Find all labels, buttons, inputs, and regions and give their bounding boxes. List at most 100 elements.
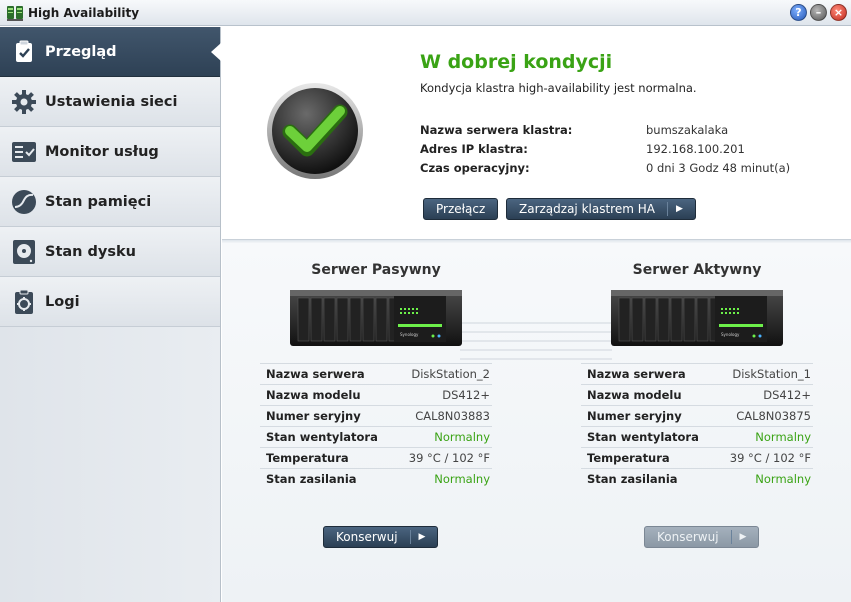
brand-label: Synology	[400, 332, 419, 337]
row-value: DiskStation_1	[732, 367, 811, 381]
row-label: Nazwa modelu	[587, 388, 682, 402]
table-row: Nazwa modelu DS412+	[581, 384, 813, 405]
row-label: Numer seryjny	[266, 409, 361, 423]
row-label: Stan wentylatora	[266, 430, 378, 444]
help-button[interactable]: ?	[790, 4, 807, 21]
row-value: DS412+	[442, 388, 490, 402]
active-server-title: Serwer Aktywny	[632, 262, 762, 278]
manage-cluster-button[interactable]: Zarządzaj klastrem HA ▶	[506, 198, 696, 220]
passive-server-panel: Serwer Pasywny Synology Nazwa serwera Di…	[260, 243, 492, 548]
row-value: Normalny	[755, 472, 811, 486]
button-label: Przełącz	[436, 202, 486, 216]
active-server-panel: Serwer Aktywny Synology Nazwa serwera Di…	[581, 243, 813, 548]
service-monitor-icon	[11, 139, 37, 165]
healthy-check-icon	[267, 83, 363, 179]
minimize-button[interactable]: –	[810, 4, 827, 21]
switchover-button[interactable]: Przełącz	[423, 198, 499, 220]
row-label: Temperatura	[587, 451, 670, 465]
table-row: Numer seryjny CAL8N03875	[581, 405, 813, 426]
row-value: DS412+	[763, 388, 811, 402]
cluster-status-section: W dobrej kondycji Kondycja klastra high-…	[222, 27, 851, 239]
main-panel: W dobrej kondycji Kondycja klastra high-…	[222, 27, 851, 602]
sidebar-item-service-monitor[interactable]: Monitor usług	[0, 127, 220, 177]
table-row: Stan zasilania Normalny	[581, 468, 813, 489]
table-row: Nazwa serwera DiskStation_2	[260, 363, 492, 384]
active-server-info: Nazwa serwera DiskStation_1 Nazwa modelu D…	[581, 363, 813, 489]
passive-server-info: Nazwa serwera DiskStation_2 Nazwa modelu D…	[260, 363, 492, 489]
cluster-name-row: Nazwa serwera klastra: bumszakalaka	[420, 120, 790, 139]
storage-gauge-icon	[11, 189, 37, 215]
sidebar-item-label: Przegląd	[45, 43, 117, 60]
row-value: CAL8N03883	[415, 409, 490, 423]
table-row: Stan wentylatora Normalny	[260, 426, 492, 447]
cluster-ip-row: Adres IP klastra: 192.168.100.201	[420, 139, 790, 158]
sidebar-item-storage-status[interactable]: Stan pamięci	[0, 177, 220, 227]
table-row: Nazwa modelu DS412+	[260, 384, 492, 405]
gear-icon	[11, 89, 37, 115]
window-titlebar[interactable]: High Availability ? – ×	[0, 0, 851, 26]
row-value: 39 °C / 102 °F	[408, 451, 490, 465]
row-label: Stan zasilania	[266, 472, 357, 486]
button-label: Konserwuj	[336, 530, 398, 544]
row-label: Nazwa serwera	[587, 367, 686, 381]
cluster-info: Nazwa serwera klastra: bumszakalaka Adre…	[420, 120, 790, 177]
row-value: 39 °C / 102 °F	[729, 451, 811, 465]
sidebar-item-label: Logi	[45, 293, 80, 310]
info-label: Czas operacyjny:	[420, 160, 530, 175]
clipboard-check-icon	[11, 39, 37, 65]
sidebar-item-network-settings[interactable]: Ustawienia sieci	[0, 77, 220, 127]
row-label: Temperatura	[266, 451, 349, 465]
info-label: Adres IP klastra:	[420, 141, 528, 156]
button-label: Zarządzaj klastrem HA	[519, 202, 655, 216]
row-label: Stan wentylatora	[587, 430, 699, 444]
info-value: 192.168.100.201	[646, 141, 745, 156]
sidebar-item-label: Stan dysku	[45, 243, 136, 260]
row-value: CAL8N03875	[736, 409, 811, 423]
passive-maintenance-button[interactable]: Konserwuj ▶	[323, 526, 439, 548]
brand-label: Synology	[721, 332, 740, 337]
dropdown-arrow-icon: ▶	[666, 202, 683, 216]
info-label: Nazwa serwera klastra:	[420, 122, 573, 137]
row-label: Stan zasilania	[587, 472, 678, 486]
log-icon	[11, 289, 37, 315]
disk-icon	[11, 239, 37, 265]
dropdown-arrow-icon: ▶	[730, 530, 746, 544]
sidebar-item-label: Ustawienia sieci	[45, 93, 178, 110]
row-label: Nazwa serwera	[266, 367, 365, 381]
row-value: DiskStation_2	[411, 367, 490, 381]
servers-section: Serwer Pasywny Synology Nazwa serwera Di…	[222, 243, 851, 602]
table-row: Stan zasilania Normalny	[260, 468, 492, 489]
nas-server-icon: Synology	[611, 290, 783, 346]
help-icon: ?	[795, 6, 802, 19]
table-row: Stan wentylatora Normalny	[581, 426, 813, 447]
row-value: Normalny	[434, 472, 490, 486]
passive-server-title: Serwer Pasywny	[311, 262, 441, 278]
table-row: Temperatura 39 °C / 102 °F	[581, 447, 813, 468]
health-status-title: W dobrej kondycji	[420, 51, 613, 73]
row-value: Normalny	[755, 430, 811, 444]
close-button[interactable]: ×	[830, 4, 847, 21]
button-label: Konserwuj	[657, 530, 719, 544]
sidebar-item-disk-status[interactable]: Stan dysku	[0, 227, 220, 277]
window-title: High Availability	[28, 5, 140, 20]
row-label: Nazwa modelu	[266, 388, 361, 402]
high-availability-app-icon	[7, 5, 23, 21]
info-value: 0 dni 3 Godz 48 minut(a)	[646, 160, 791, 175]
sidebar: Przegląd Ustawienia sieci Monitor usług …	[0, 27, 221, 602]
row-label: Numer seryjny	[587, 409, 682, 423]
sidebar-item-logs[interactable]: Logi	[0, 277, 220, 327]
close-icon: ×	[833, 6, 844, 19]
table-row: Temperatura 39 °C / 102 °F	[260, 447, 492, 468]
table-row: Nazwa serwera DiskStation_1	[581, 363, 813, 384]
active-maintenance-button[interactable]: Konserwuj ▶	[644, 526, 760, 548]
row-value: Normalny	[434, 430, 490, 444]
sidebar-item-overview[interactable]: Przegląd	[0, 27, 221, 77]
sidebar-item-label: Stan pamięci	[45, 193, 152, 210]
nas-server-icon: Synology	[290, 290, 462, 346]
health-status-description: Kondycja klastra high-availability jest …	[420, 81, 697, 95]
uptime-row: Czas operacyjny: 0 dni 3 Godz 48 minut(a…	[420, 158, 790, 177]
table-row: Numer seryjny CAL8N03883	[260, 405, 492, 426]
sidebar-item-label: Monitor usług	[45, 143, 159, 160]
minimize-icon: –	[815, 6, 822, 19]
info-value: bumszakalaka	[646, 122, 729, 137]
